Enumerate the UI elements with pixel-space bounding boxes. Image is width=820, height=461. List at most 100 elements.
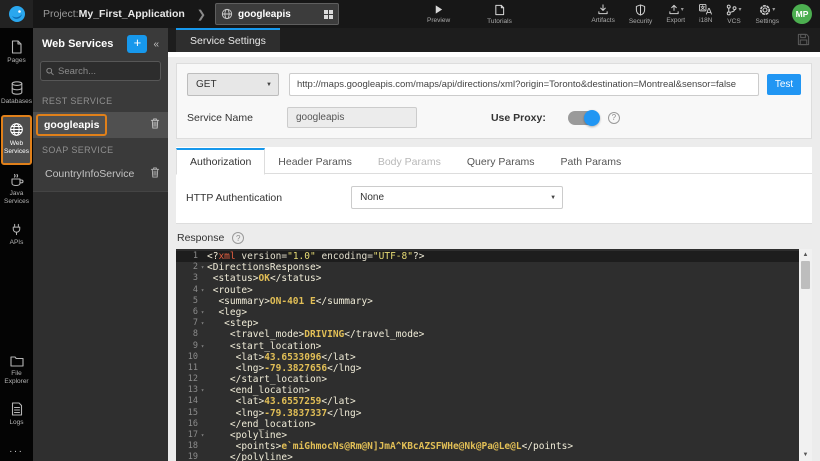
dropdown-arrow-icon: ▼ [550,194,557,201]
code-line: 11 <lng>-79.3827656</lng> [187,362,362,374]
delete-service-icon[interactable] [150,118,160,132]
sidebar-item-java-services[interactable]: Java Services [1,166,32,214]
i18n-button[interactable]: i18N [699,4,712,24]
panel-header: Web Services + « [33,28,168,59]
toggle-knob [583,109,600,126]
sidebar-item-web-services[interactable]: Web Services [1,115,32,165]
use-proxy-toggle[interactable] [567,109,600,126]
vcs-label: VCS [727,17,741,25]
grid-menu-icon[interactable] [324,9,334,19]
collapse-panel-icon[interactable]: « [147,39,162,50]
preview-button[interactable]: Preview [427,4,450,24]
code-line: 6 ▾ <leg> [192,306,248,318]
scroll-down-icon[interactable]: ▼ [803,449,809,461]
http-method-value: GET [196,79,217,90]
request-url-input[interactable] [289,73,759,96]
open-service-tab[interactable]: googleapis [215,3,340,25]
scroll-up-icon[interactable]: ▲ [803,249,809,261]
caret-down-icon: ▾ [680,7,684,13]
book-icon [495,4,505,15]
test-button[interactable]: Test [767,74,801,95]
shield-icon [635,3,646,16]
folder-icon [9,356,24,367]
tab-service-settings[interactable]: Service Settings [176,28,280,52]
tab-authorization[interactable]: Authorization [176,148,266,175]
page-icon [11,40,22,54]
search-input[interactable] [58,65,155,77]
search-icon [46,67,54,75]
response-help-icon[interactable]: ? [232,232,245,244]
code-line: 3 <status>OK</status> [192,273,322,285]
code-line: 13 ▾ <end_location> [187,385,310,397]
upload-icon [669,4,679,15]
export-button[interactable]: ▾ Export [666,4,685,24]
artifacts-button[interactable]: Artifacts [591,4,615,24]
service-settings-content: GET ▼ Test Service Name Use Proxy: ? [168,57,820,461]
export-label: Export [666,17,686,24]
play-icon [435,5,443,14]
logo-glyph-icon [8,6,25,22]
sidebar-item-file-explorer[interactable]: File Explorer [1,348,32,394]
gear-icon [760,4,771,15]
sidebar-item-apis[interactable]: APIs [1,215,32,255]
security-button[interactable]: Security [629,3,652,25]
tab-path-params[interactable]: Path Params [548,148,635,175]
http-auth-select[interactable]: None ▼ [351,186,564,209]
code-line: 18 <points>e`miGhmocNs@Rm@N]JmA^KBcAZSFW… [187,441,574,453]
left-nav-rail: Pages Databases Web Services Java Servic… [0,28,33,461]
response-editor-wrap: 1 <?xml version="1.0" encoding="UTF-8"?> 2… [176,249,812,461]
database-icon [11,81,22,95]
service-search[interactable] [40,61,161,81]
document-tab-bar: Service Settings [168,28,820,52]
proxy-help-icon[interactable]: ? [607,111,620,124]
service-name-input[interactable] [286,107,417,128]
settings-button[interactable]: ▾ Settings [756,4,779,25]
delete-service-icon[interactable] [150,167,160,181]
response-editor[interactable]: 1 <?xml version="1.0" encoding="UTF-8"?> 2… [176,249,799,461]
vcs-button[interactable]: ▾ VCS [726,4,742,25]
code-line: 16 </end_location> [187,418,316,430]
trash-icon [150,167,160,178]
globe-icon [221,8,233,20]
use-proxy-label: Use Proxy: [490,111,546,124]
scrollbar-thumb[interactable] [801,261,810,289]
sidebar-item-label: File Explorer [4,369,29,385]
sidebar-item-databases[interactable]: Databases [1,74,32,114]
service-item-countryinfoservice[interactable]: CountryInfoService [33,161,168,187]
breadcrumb: Project:My_First_Application [43,8,185,20]
sidebar-item-label: Databases [0,98,33,106]
sidebar-item-label: Java Services [4,189,29,205]
tab-header-params[interactable]: Header Params [265,148,365,175]
wavemaker-logo-icon[interactable] [0,0,33,28]
sidebar-item-label: Web Services [4,140,29,156]
project-label: Project: [43,8,79,20]
service-item-googleapis[interactable]: googleapis [33,112,168,138]
vertical-scrollbar[interactable]: ▲ ▼ [799,249,812,461]
section-header-soap: SOAP SERVICE [42,145,114,155]
http-method-select[interactable]: GET ▼ [187,73,279,96]
download-icon [598,4,608,15]
http-auth-row: HTTP Authentication None ▼ [176,174,812,223]
tab-body-params[interactable]: Body Params [365,148,454,175]
app-window: Project:My_First_Application ❯ googleapi… [0,0,820,461]
dropdown-arrow-icon: ▼ [266,81,272,88]
artifacts-label: Artifacts [591,17,615,24]
save-icon[interactable] [797,33,810,51]
http-auth-value: None [360,192,385,203]
more-options-icon[interactable]: ... [9,436,23,461]
tutorials-button[interactable]: Tutorials [487,4,512,25]
code-line: 9 ▾ <start_location> [192,340,322,352]
sidebar-item-pages[interactable]: Pages [1,33,32,73]
user-avatar[interactable]: MP [792,4,812,24]
request-card: GET ▼ Test Service Name Use Proxy: ? [176,63,812,139]
code-line: 4 ▾ <route> [192,284,253,296]
trash-icon [150,118,160,129]
project-name: My_First_Application [78,8,185,20]
http-auth-label: HTTP Authentication [186,191,283,204]
sidebar-item-logs[interactable]: Logs [1,395,32,435]
main-area: Service Settings GET ▼ Test [168,28,820,461]
add-service-button[interactable]: + [127,35,148,53]
web-services-panel: Web Services + « REST SERVICE googleapis… [33,28,168,461]
topbar-right-icons: Artifacts Security ▾ Export i18N ▾ VCS ▾… [584,3,820,25]
tab-query-params[interactable]: Query Params [454,148,548,175]
